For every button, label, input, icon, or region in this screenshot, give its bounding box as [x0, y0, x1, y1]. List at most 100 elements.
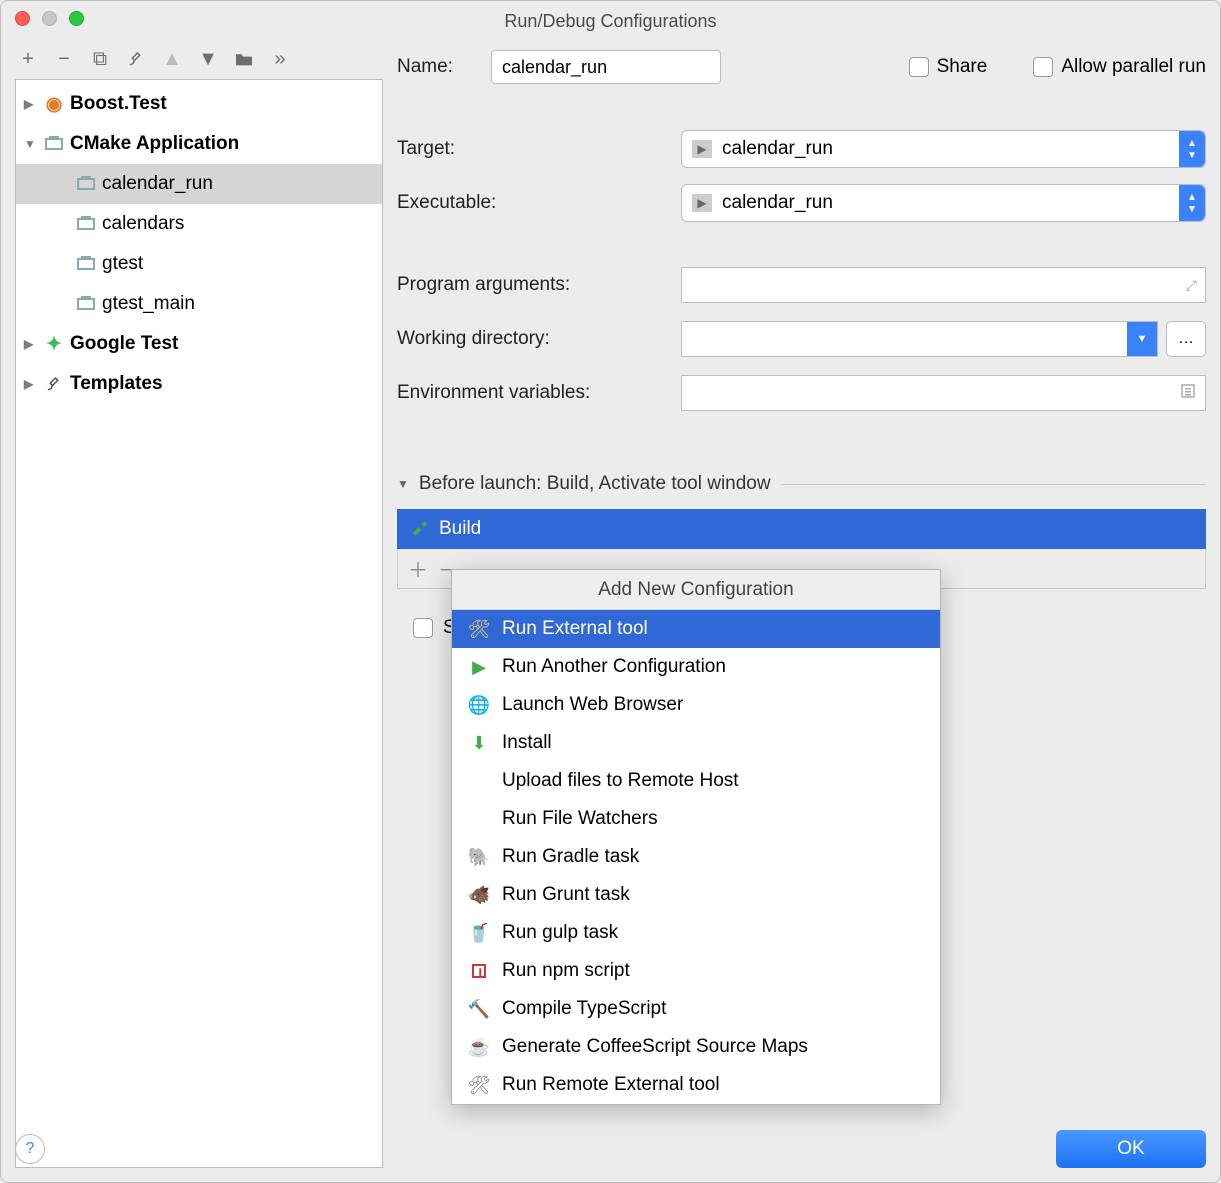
tree-cmake-app[interactable]: ▼ CMake Application: [16, 124, 382, 164]
collapse-icon: ▼: [397, 477, 409, 491]
collapse-icon: ▼: [24, 137, 38, 151]
popup-item-gulp[interactable]: 🥤 Run gulp task: [452, 914, 940, 952]
popup-item-launch-browser[interactable]: 🌐 Launch Web Browser: [452, 686, 940, 724]
tree-label: Boost.Test: [70, 93, 167, 115]
run-config-icon: [76, 298, 96, 310]
tree-child-calendars[interactable]: calendars: [16, 204, 382, 244]
target-icon: ▶: [692, 140, 712, 158]
dir-input[interactable]: ▼: [681, 321, 1158, 357]
share-checkbox[interactable]: [909, 57, 929, 77]
exec-icon: ▶: [692, 194, 712, 212]
close-window-icon[interactable]: [15, 11, 30, 26]
popup-item-grunt[interactable]: 🐗 Run Grunt task: [452, 876, 940, 914]
tree-label: CMake Application: [70, 133, 239, 155]
allow-parallel-group[interactable]: Allow parallel run: [1033, 56, 1206, 78]
allow-parallel-label: Allow parallel run: [1061, 56, 1206, 78]
exec-value: calendar_run: [722, 192, 833, 214]
exec-label: Executable:: [397, 192, 667, 214]
tree-google-test[interactable]: ▶ ✦ Google Test: [16, 324, 382, 364]
popup-item-gradle[interactable]: 🐘 Run Gradle task: [452, 838, 940, 876]
tree-label: calendars: [102, 213, 184, 235]
copy-config-button[interactable]: ⧉: [89, 48, 111, 70]
titlebar: Run/Debug Configurations: [1, 1, 1220, 37]
list-icon[interactable]: [1179, 382, 1197, 405]
add-config-popup: Add New Configuration 🛠 Run External too…: [451, 569, 941, 1105]
popup-item-coffeescript[interactable]: ☕ Generate CoffeeScript Source Maps: [452, 1028, 940, 1066]
show-page-checkbox[interactable]: [413, 618, 433, 638]
run-config-icon: [76, 258, 96, 270]
name-row: Name: Share Allow parallel run: [397, 47, 1206, 87]
target-row: Target: ▶ calendar_run ▲▼: [397, 129, 1206, 169]
build-label: Build: [439, 518, 481, 540]
share-checkbox-group[interactable]: Share: [909, 56, 988, 78]
popup-item-label: Run Gradle task: [502, 846, 639, 868]
tree-boost-test[interactable]: ▶ ◉ Boost.Test: [16, 84, 382, 124]
chevron-updown-icon: ▲▼: [1179, 131, 1205, 167]
folder-icon[interactable]: [233, 48, 255, 70]
add-config-button[interactable]: +: [17, 48, 39, 70]
popup-item-install[interactable]: ⬇ Install: [452, 724, 940, 762]
chevron-down-icon[interactable]: ▼: [1127, 322, 1157, 356]
name-label: Name:: [397, 56, 477, 78]
name-input[interactable]: [491, 50, 721, 84]
tree-label: Templates: [70, 373, 163, 395]
play-icon: ▶: [468, 657, 490, 678]
target-label: Target:: [397, 138, 667, 160]
popup-item-run-external-tool[interactable]: 🛠 Run External tool: [452, 610, 940, 648]
zoom-window-icon[interactable]: [69, 11, 84, 26]
build-task-row[interactable]: Build: [397, 509, 1206, 549]
remove-config-button[interactable]: −: [53, 48, 75, 70]
ok-button[interactable]: OK: [1056, 1130, 1206, 1168]
args-label: Program arguments:: [397, 274, 667, 296]
share-label: Share: [937, 56, 988, 78]
run-config-icon: [76, 178, 96, 190]
popup-item-label: Compile TypeScript: [502, 998, 666, 1020]
settings-icon[interactable]: [125, 48, 147, 70]
popup-item-label: Run File Watchers: [502, 808, 658, 830]
tree-child-calendar-run[interactable]: calendar_run: [16, 164, 382, 204]
divider: [781, 484, 1206, 485]
more-icon[interactable]: »: [269, 48, 291, 70]
args-input[interactable]: ⤢: [681, 267, 1206, 303]
before-launch-header[interactable]: ▼ Before launch: Build, Activate tool wi…: [397, 473, 1206, 495]
help-button[interactable]: ?: [15, 1134, 45, 1164]
popup-item-typescript[interactable]: 🔨 Compile TypeScript: [452, 990, 940, 1028]
popup-item-upload-remote[interactable]: Upload files to Remote Host: [452, 762, 940, 800]
tree-child-gtest-main[interactable]: gtest_main: [16, 284, 382, 324]
expand-icon: ▶: [24, 337, 38, 351]
left-pane: + − ⧉ ▲ ▼ » ▶ ◉ Boost.Test: [15, 45, 383, 1168]
tree-templates[interactable]: ▶ Templates: [16, 364, 382, 404]
move-down-button[interactable]: ▼: [197, 48, 219, 70]
popup-item-remote-external[interactable]: 🛠 Run Remote External tool: [452, 1066, 940, 1104]
allow-parallel-checkbox[interactable]: [1033, 57, 1053, 77]
minimize-window-icon[interactable]: [42, 11, 57, 26]
coffee-icon: ☕: [468, 1037, 490, 1058]
grunt-icon: 🐗: [468, 885, 490, 906]
args-row: Program arguments: ⤢: [397, 265, 1206, 305]
tree-child-gtest[interactable]: gtest: [16, 244, 382, 284]
tree-label: gtest: [102, 253, 143, 275]
tree-label: Google Test: [70, 333, 178, 355]
wrench-icon: [44, 375, 64, 393]
target-combo[interactable]: ▶ calendar_run ▲▼: [681, 130, 1206, 168]
move-up-button[interactable]: ▲: [161, 48, 183, 70]
popup-title: Add New Configuration: [452, 570, 940, 610]
env-input[interactable]: [681, 375, 1206, 411]
exec-combo[interactable]: ▶ calendar_run ▲▼: [681, 184, 1206, 222]
env-row: Environment variables:: [397, 373, 1206, 413]
expand-icon[interactable]: ⤢: [1186, 277, 1197, 294]
popup-item-npm[interactable]: Run npm script: [452, 952, 940, 990]
target-value: calendar_run: [722, 138, 833, 160]
window-title: Run/Debug Configurations: [13, 7, 1208, 32]
dialog-window: Run/Debug Configurations + − ⧉ ▲ ▼ »: [0, 0, 1221, 1183]
popup-item-label: Launch Web Browser: [502, 694, 683, 716]
dialog-footer: ? OK: [15, 1130, 1206, 1168]
config-toolbar: + − ⧉ ▲ ▼ »: [15, 45, 383, 79]
popup-item-label: Run npm script: [502, 960, 630, 982]
tree-label: gtest_main: [102, 293, 195, 315]
browse-button[interactable]: …: [1166, 321, 1206, 357]
popup-item-file-watchers[interactable]: Run File Watchers: [452, 800, 940, 838]
popup-item-label: Run Remote External tool: [502, 1074, 720, 1096]
add-task-button[interactable]: ＋: [408, 554, 428, 583]
popup-item-run-another-config[interactable]: ▶ Run Another Configuration: [452, 648, 940, 686]
